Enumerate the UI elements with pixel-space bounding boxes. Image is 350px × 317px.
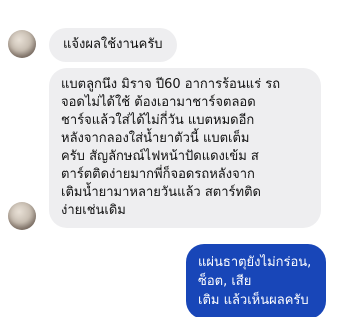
- outgoing-message-bubble[interactable]: แผ่นธาตุยังไม่กร่อน, ซ็อต, เสีย เติม แล้…: [186, 244, 326, 317]
- incoming-message-bubble[interactable]: แบตลูกนึง มิราจ ปี60 อาการร้อนแร่ รถ จอด…: [49, 68, 321, 228]
- incoming-message-bubble[interactable]: แจ้งผลใช้งานครับ: [49, 28, 177, 62]
- chat-thread: แจ้งผลใช้งานครับ แบตลูกนึง มิราจ ปี60 อา…: [0, 0, 350, 317]
- sender-avatar[interactable]: [8, 30, 36, 58]
- sender-avatar[interactable]: [8, 202, 36, 230]
